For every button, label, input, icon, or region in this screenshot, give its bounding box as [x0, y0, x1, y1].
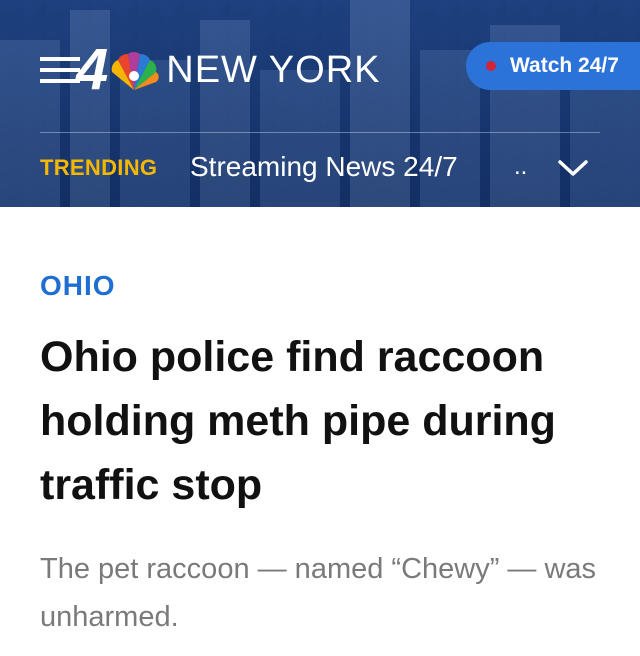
article-category-link[interactable]: OHIO [40, 270, 116, 302]
trending-bar: TRENDING Streaming News 24/7 .. [0, 133, 640, 207]
trending-overflow-ellipsis: .. [514, 153, 528, 180]
logo-channel-number: 4 [76, 37, 108, 102]
chevron-down-icon[interactable] [556, 157, 590, 179]
top-bar: 4 NEW YORK Watch 24/7 [0, 0, 640, 130]
article-header: OHIO Ohio police find raccoon holding me… [0, 207, 640, 656]
article-dek: The pet raccoon — named “Chewy” — was un… [40, 553, 597, 633]
hamburger-menu-icon[interactable] [40, 57, 80, 83]
trending-label: TRENDING [40, 155, 158, 180]
nbc4-new-york-logo[interactable]: 4 NEW YORK [76, 37, 381, 102]
nbc-peacock-icon [111, 52, 159, 90]
watch-button-label: Watch 24/7 [510, 54, 619, 77]
logo-station-name: NEW YORK [166, 49, 381, 91]
trending-link-streaming-news[interactable]: Streaming News 24/7 [190, 151, 458, 183]
article-headline: Ohio police find raccoon holding meth pi… [40, 333, 556, 509]
live-indicator-icon [486, 61, 496, 71]
watch-live-button[interactable]: Watch 24/7 [466, 42, 640, 90]
site-header: 4 NEW YORK Watch 24/7 TRENDING Streaming… [0, 0, 640, 207]
